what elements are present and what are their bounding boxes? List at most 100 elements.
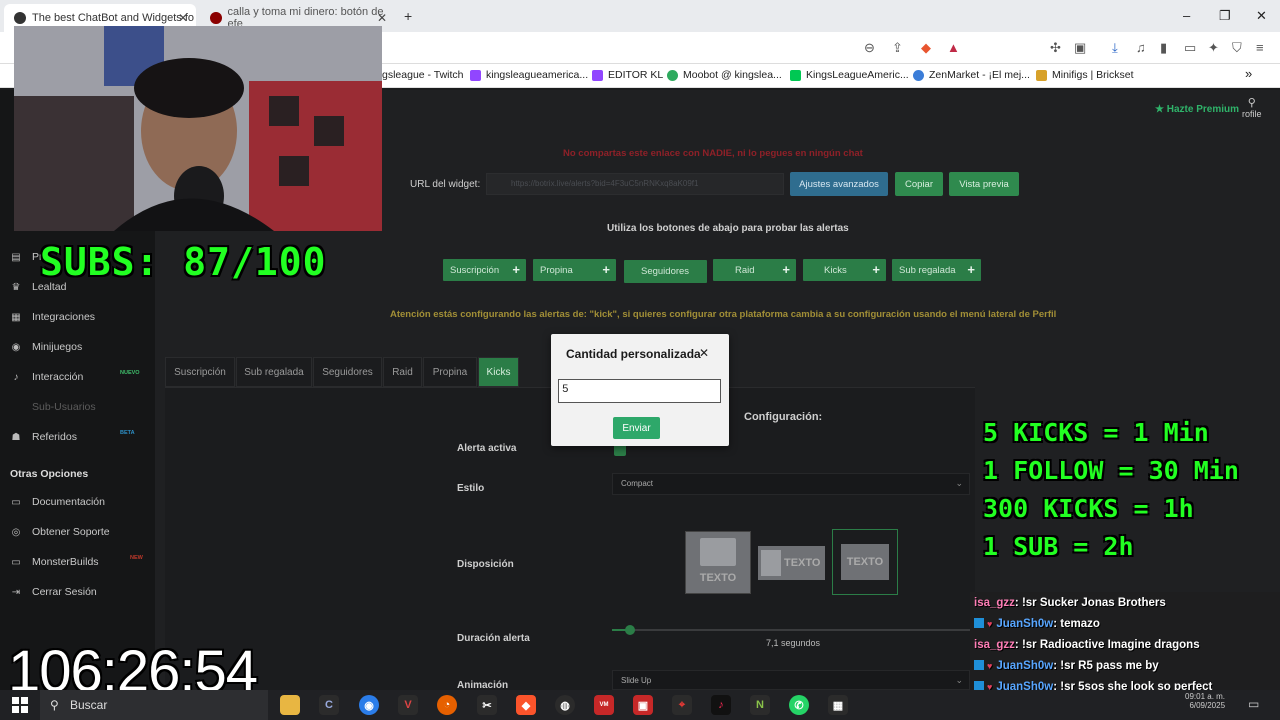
download-icon[interactable]: ⤓ [1112,40,1118,56]
plus-icon: + [782,262,790,277]
zoom-icon[interactable]: ⊖ [864,40,875,56]
bookmark-item[interactable]: kingsleagueamerica... [470,69,588,81]
maximize-button[interactable]: ❐ [1219,8,1231,24]
vpn-icon[interactable]: ⛉ [1232,40,1242,56]
test-followers-button[interactable]: Seguidores [624,260,707,283]
gamepad-icon: ◉ [11,341,21,353]
bookmark-item[interactable]: EDITOR KL [592,69,663,81]
app-icon[interactable]: ▣ [633,695,653,715]
sidebar-item-soporte[interactable]: ◎ Obtener Soporte [10,526,110,538]
tab-raid[interactable]: Raid [383,357,422,387]
close-window-button[interactable]: ✕ [1256,8,1267,24]
screenshot-icon[interactable]: ▣ [1074,40,1086,56]
search-icon: ⚲ [50,698,59,712]
test-raid-button[interactable]: Raid + [713,259,796,281]
sidebar-item-interaccion[interactable]: ♪ Interacción [10,371,84,383]
brave-rewards-icon[interactable]: ▲ [947,40,960,55]
menu-icon[interactable]: ≡ [1256,40,1264,55]
bookmarks-more-button[interactable]: » [1245,66,1252,81]
layout-option-vertical[interactable]: TEXTO [685,531,751,594]
profile-button[interactable]: ⚲ rofile [1242,96,1262,119]
firefox-icon[interactable]: ◔ [437,695,457,715]
advanced-settings-button[interactable]: Ajustes avanzados [790,172,888,196]
zenmarket-icon [913,69,924,81]
premium-link[interactable]: ★ Hazte Premium [1155,104,1239,115]
calculator-icon[interactable]: ▦ [828,695,848,715]
chat-text: : !sr R5 pass me by [1053,660,1159,672]
layout-text: TEXTO [784,557,821,569]
widget-url-field[interactable]: https://botrix.live/alerts?bid=4F3uC5nRN… [486,173,784,195]
copy-button[interactable]: Copiar [895,172,943,196]
windows-start-icon[interactable] [12,697,28,713]
sidebar-item-cerrar-sesion[interactable]: ⇥ Cerrar Sesión [10,586,97,598]
notifications-icon[interactable]: ▭ [1248,697,1259,711]
sidebar-item-documentacion[interactable]: ▭ Documentación [10,496,105,508]
widget-url-label: URL del widget: [410,179,481,190]
brave-shield-icon[interactable]: ◆ [921,40,931,56]
media-icon[interactable]: ♫ [1136,40,1146,55]
sidebar-item-minijuegos[interactable]: ◉ Minijuegos [10,341,83,353]
layout-option-horizontal[interactable]: TEXTO [758,546,825,580]
capcut-icon[interactable]: ✂ [477,695,497,715]
custom-amount-input[interactable]: 5 [558,379,721,403]
layout-option-text-only[interactable]: TEXTO [832,529,898,595]
valorant-icon[interactable]: V [398,695,418,715]
sidebar-item-monsterbuilds[interactable]: ▭ MonsterBuilds [10,556,98,568]
ccleaner-icon[interactable]: C [319,695,339,715]
tab-suscripcion[interactable]: Suscripción [165,357,235,387]
duration-slider-thumb[interactable] [624,625,635,635]
plus-icon: + [967,262,975,277]
image-placeholder-icon [761,550,781,576]
maps-icon[interactable]: ⌖ [672,695,692,715]
test-subscription-button[interactable]: Suscripción + [443,259,526,281]
sidebar-item-premios[interactable]: ▤ Pr [10,251,42,263]
obs-icon[interactable]: ◍ [555,695,575,715]
animation-select[interactable]: Slide Up ⌄ [612,670,970,690]
chrome-icon[interactable]: ◉ [359,695,379,715]
leo-ai-icon[interactable]: ✦ [1208,40,1219,56]
preview-button[interactable]: Vista previa [949,172,1019,196]
whatsapp-icon[interactable]: ✆ [789,695,809,715]
other-options-heading: Otras Opciones [10,468,89,480]
bookmark-item[interactable]: gsleague - Twitch [382,69,464,81]
test-gifted-sub-button[interactable]: Sub regalada + [892,259,981,281]
file-explorer-icon[interactable] [280,695,300,715]
new-tab-button[interactable]: + [404,8,412,24]
system-clock[interactable]: 09:01 a. m. 6/09/2025 [1185,692,1225,710]
voicemeeter-icon[interactable]: VM [594,695,614,715]
sidebar-item-integraciones[interactable]: ▦ Integraciones [10,311,95,323]
tab-propina[interactable]: Propina [423,357,477,387]
submit-button[interactable]: Enviar [613,417,660,439]
style-label: Estilo [457,483,485,494]
style-select[interactable]: Compact ⌄ [612,473,970,495]
sidebar-toggle-icon[interactable]: ▮ [1160,40,1167,56]
taskbar-search[interactable]: ⚲ Buscar [40,690,268,720]
share-icon[interactable]: ⇪ [892,40,903,56]
subs-counter-overlay: SUBS: 87/100 [40,240,327,284]
brave-icon[interactable]: ◆ [516,695,536,715]
tab-sub-regalada[interactable]: Sub regalada [236,357,312,387]
notepad-icon[interactable]: N [750,695,770,715]
bookmark-item[interactable]: Moobot @ kingslea... [667,69,782,81]
plus-icon: + [512,262,520,277]
sidebar-item-referidos[interactable]: ☗ Referidos [10,431,77,443]
bookmark-item[interactable]: Minifigs | Brickset [1036,69,1134,81]
tab-kicks[interactable]: Kicks [478,357,519,387]
duration-slider-track[interactable] [612,629,970,631]
tab-seguidores[interactable]: Seguidores [313,357,382,387]
bookmark-item[interactable]: ZenMarket - ¡El mej... [913,69,1030,81]
tiktok-icon[interactable]: ♪ [711,695,731,715]
widget-warning: No compartas este enlace con NADIE, ni l… [563,148,863,159]
close-tab-icon[interactable]: ✕ [377,11,387,25]
close-tab-icon[interactable]: ✕ [178,11,188,25]
minimize-button[interactable]: – [1183,8,1190,23]
support-icon: ◎ [11,526,21,538]
close-icon[interactable]: ✕ [699,346,709,360]
extensions-icon[interactable]: ✣ [1050,40,1061,56]
test-kicks-button[interactable]: Kicks + [803,259,886,281]
test-tip-button[interactable]: Propina + [533,259,616,281]
bookmark-item[interactable]: KingsLeagueAmeric... [790,69,909,81]
plus-icon: + [872,262,880,277]
sidebar-item-sub-usuarios[interactable]: Sub-Usuarios [10,401,96,413]
wallet-icon[interactable]: ▭ [1184,40,1196,56]
